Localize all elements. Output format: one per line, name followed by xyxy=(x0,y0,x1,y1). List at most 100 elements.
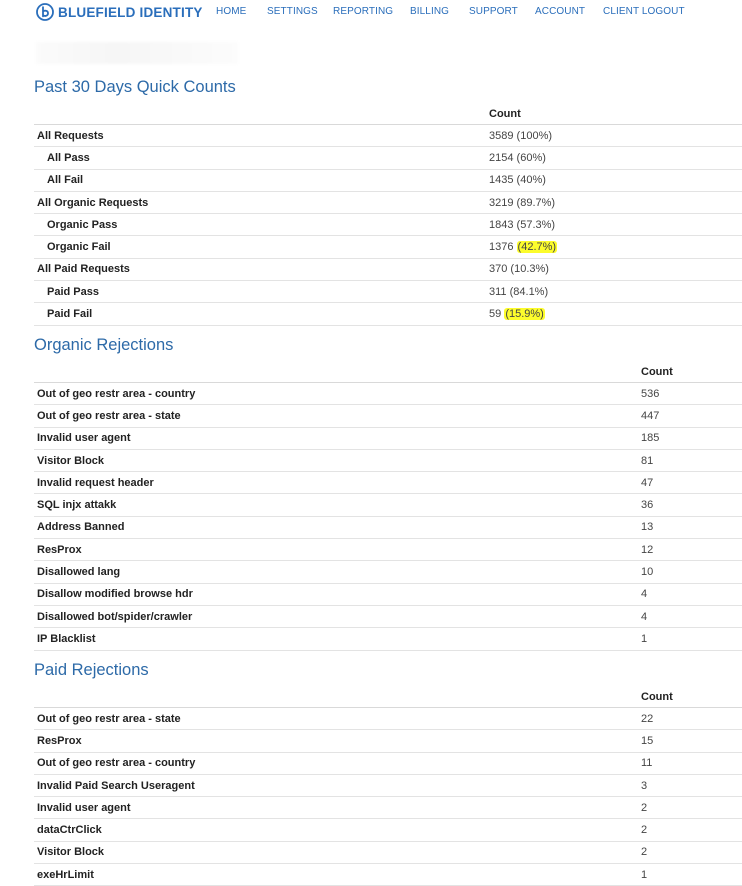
table-row: ResProx 15 xyxy=(34,729,742,753)
table-row: Out of geo restr area - state 22 xyxy=(34,707,742,731)
row-count-cell: 3589 (100%) xyxy=(489,124,742,148)
row-count-cell: 2154 (60%) xyxy=(489,146,742,170)
row-label: IP Blacklist xyxy=(34,627,641,651)
table-row: All Organic Requests 3219 (89.7%) xyxy=(34,191,742,215)
row-count: 15 xyxy=(641,729,742,753)
row-label: All Paid Requests xyxy=(34,258,489,282)
row-count: 447 xyxy=(641,404,742,428)
top-navigation-bar: BLUEFIELD IDENTITY HOME SETTINGS REPORTI… xyxy=(0,0,742,26)
brand[interactable]: BLUEFIELD IDENTITY xyxy=(36,3,203,21)
table-header-row: Count xyxy=(34,361,742,383)
row-label: Invalid user agent xyxy=(34,796,641,820)
label-column-header xyxy=(34,361,641,383)
row-count: 47 xyxy=(641,471,742,495)
row-label: Organic Fail xyxy=(34,235,489,259)
row-count-cell: 1843 (57.3%) xyxy=(489,213,742,237)
table-row: Visitor Block 2 xyxy=(34,841,742,865)
highlighted-percent: (15.9%) xyxy=(504,308,545,321)
table-header-row: Count xyxy=(34,103,742,125)
row-count: 22 xyxy=(641,707,742,731)
table-row: Invalid user agent 185 xyxy=(34,427,742,450)
row-label: Paid Fail xyxy=(34,302,489,326)
count-value: 1843 xyxy=(489,218,514,231)
row-label: Disallow modified browse hdr xyxy=(34,583,641,606)
row-label: Out of geo restr area - country xyxy=(34,752,641,775)
table-row: All Requests 3589 (100%) xyxy=(34,124,742,148)
nav-reporting[interactable]: REPORTING xyxy=(333,6,393,17)
table-row: All Fail 1435 (40%) xyxy=(34,169,742,192)
table-row: Invalid request header 47 xyxy=(34,471,742,495)
nav-account[interactable]: ACCOUNT xyxy=(535,6,585,17)
table-row: Disallow modified browse hdr 4 xyxy=(34,583,742,606)
row-count-cell: 311 (84.1%) xyxy=(489,280,742,304)
count-value: 3219 xyxy=(489,196,514,209)
table-row: ResProx 12 xyxy=(34,538,742,562)
percent-value: (60%) xyxy=(516,151,546,164)
row-label: Disallowed bot/spider/crawler xyxy=(34,605,641,629)
row-label: All Organic Requests xyxy=(34,191,489,215)
row-label: ResProx xyxy=(34,729,641,753)
table-row: Out of geo restr area - state 447 xyxy=(34,404,742,428)
row-count-cell: 59 (15.9%) xyxy=(489,302,742,326)
brand-name: BLUEFIELD IDENTITY xyxy=(58,4,203,20)
label-column-header xyxy=(34,103,489,125)
table-row: Paid Fail 59 (15.9%) xyxy=(34,302,742,326)
row-count: 536 xyxy=(641,382,742,406)
row-count: 4 xyxy=(641,583,742,606)
percent-value: (84.1%) xyxy=(509,285,549,298)
row-count: 2 xyxy=(641,841,742,865)
table-row: IP Blacklist 1 xyxy=(34,627,742,651)
count-value: 3589 xyxy=(489,129,514,142)
nav-settings[interactable]: SETTINGS xyxy=(267,6,318,17)
row-label: Out of geo restr area - state xyxy=(34,404,641,428)
percent-value: (40%) xyxy=(516,174,546,187)
table-row: All Pass 2154 (60%) xyxy=(34,146,742,170)
table-header-row: Count xyxy=(34,686,742,708)
paid-rejections-table: Count Out of geo restr area - state 22 Res… xyxy=(34,686,742,886)
row-label: Invalid Paid Search Useragent xyxy=(34,774,641,798)
quick-counts-title: Past 30 Days Quick Counts xyxy=(34,78,236,96)
table-row: All Paid Requests 370 (10.3%) xyxy=(34,258,742,282)
percent-value: (10.3%) xyxy=(510,263,549,276)
row-label: All Pass xyxy=(34,146,489,170)
row-label: Visitor Block xyxy=(34,841,641,865)
row-label: dataCtrClick xyxy=(34,818,641,842)
table-row: dataCtrClick 2 xyxy=(34,818,742,842)
row-count-cell: 3219 (89.7%) xyxy=(489,191,742,215)
nav-support[interactable]: SUPPORT xyxy=(469,6,518,17)
row-label: Invalid request header xyxy=(34,471,641,495)
row-label: Paid Pass xyxy=(34,280,489,304)
nav-client-logout[interactable]: CLIENT LOGOUT xyxy=(603,6,685,17)
table-row: Address Banned 13 xyxy=(34,516,742,540)
count-value: 370 xyxy=(489,263,508,276)
organic-rejections-title: Organic Rejections xyxy=(34,336,174,354)
row-label: ResProx xyxy=(34,538,641,562)
nav-billing[interactable]: BILLING xyxy=(410,6,449,17)
row-count: 4 xyxy=(641,605,742,629)
table-row: Paid Pass 311 (84.1%) xyxy=(34,280,742,304)
count-value: 1376 xyxy=(489,241,514,254)
row-count-cell: 370 (10.3%) xyxy=(489,258,742,282)
row-label: Out of geo restr area - country xyxy=(34,382,641,406)
organic-rejections-table: Count Out of geo restr area - country 536… xyxy=(34,361,742,651)
row-label: SQL injx attakk xyxy=(34,493,641,517)
count-column-header: Count xyxy=(489,103,742,125)
row-count: 13 xyxy=(641,516,742,540)
row-count-cell: 1376 (42.7%) xyxy=(489,235,742,259)
table-row: Out of geo restr area - country 11 xyxy=(34,752,742,775)
table-row: Invalid Paid Search Useragent 3 xyxy=(34,774,742,798)
row-label: All Requests xyxy=(34,124,489,148)
count-value: 1435 xyxy=(489,174,514,187)
row-count: 2 xyxy=(641,818,742,842)
row-count: 1 xyxy=(641,627,742,651)
row-label: Organic Pass xyxy=(34,213,489,237)
count-value: 311 xyxy=(489,285,507,298)
table-row: Disallowed lang 10 xyxy=(34,560,742,584)
table-row: Organic Pass 1843 (57.3%) xyxy=(34,213,742,237)
percent-value: (57.3%) xyxy=(516,218,556,231)
count-column-header: Count xyxy=(641,361,742,383)
table-row: Out of geo restr area - country 536 xyxy=(34,382,742,406)
nav-home[interactable]: HOME xyxy=(216,6,246,17)
row-count: 11 xyxy=(641,752,742,775)
row-label: Invalid user agent xyxy=(34,427,641,450)
